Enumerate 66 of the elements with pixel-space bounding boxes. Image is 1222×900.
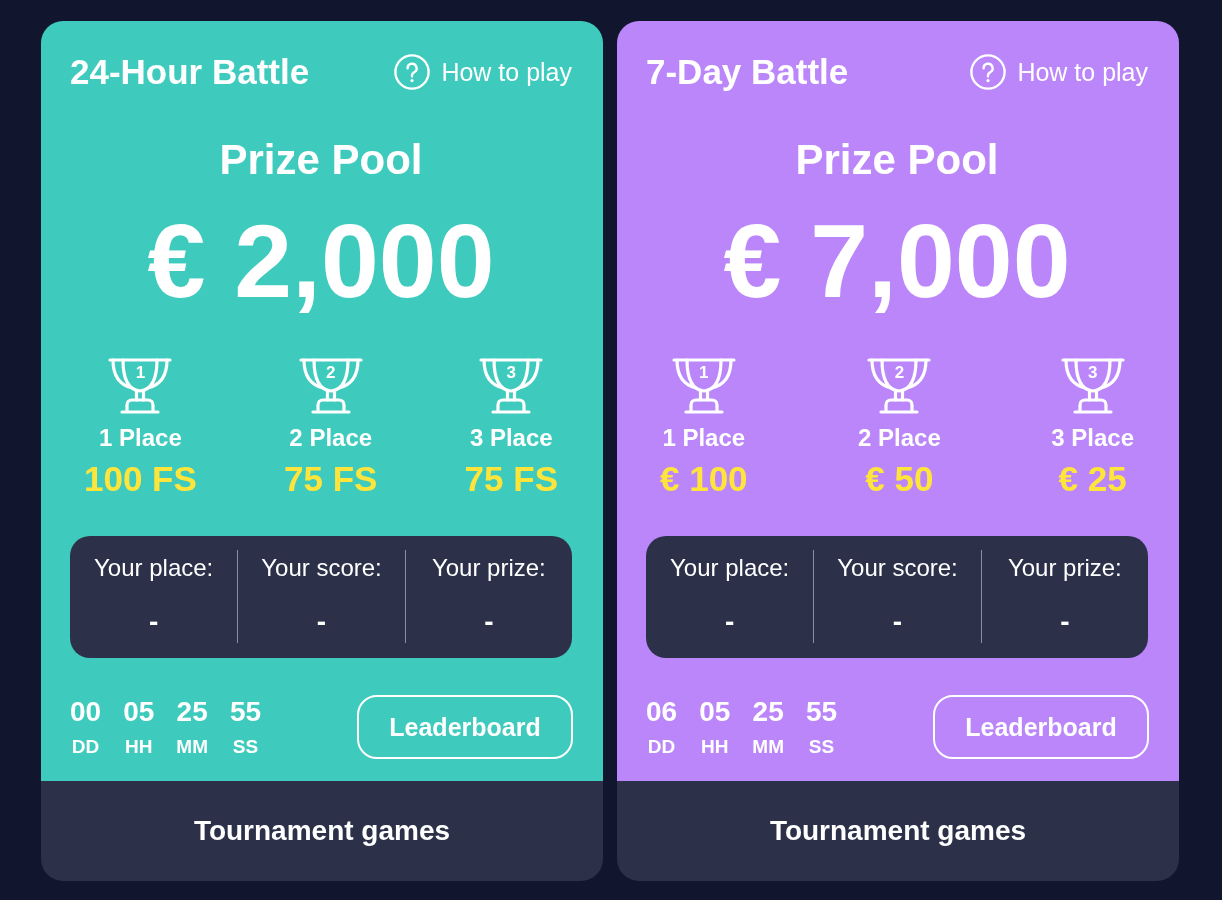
place-prize: 100 FS [84, 459, 197, 499]
countdown-unit: MM [176, 736, 208, 758]
stat-value: - [892, 606, 903, 638]
stat-value: - [316, 606, 327, 638]
trophy-icon [671, 357, 736, 415]
place-prize: € 100 [660, 459, 748, 499]
tournament-games-button[interactable]: Tournament games [41, 781, 603, 881]
trophy-icon [108, 357, 173, 415]
countdown-unit: SS [808, 736, 835, 758]
tournament-title: 24-Hour Battle [70, 52, 310, 92]
trophy-icon [479, 357, 544, 415]
prize-pool-amount: € 2,000 [147, 209, 495, 313]
stat-value: - [484, 606, 494, 638]
countdown-value: 55 [229, 696, 262, 728]
countdown-value: 55 [805, 696, 838, 728]
place-label: 1 Place [662, 424, 746, 452]
countdown-value: 05 [699, 696, 731, 728]
stat-value: - [1060, 606, 1070, 638]
stat-label: Your prize: [1007, 554, 1122, 582]
stat-value: - [725, 606, 735, 638]
place-prize: € 25 [1058, 459, 1127, 499]
countdown-value: 05 [123, 696, 155, 728]
leaderboard-button[interactable]: Leaderboard [933, 695, 1149, 759]
how-to-play-link[interactable]: How to play [394, 54, 572, 90]
trophy-number: 2 [894, 363, 905, 383]
stat-label: Your place: [94, 554, 214, 582]
place-prize: 75 FS [464, 459, 558, 499]
countdown-value: 25 [176, 696, 208, 728]
place-prize: 75 FS [284, 459, 378, 499]
leaderboard-button[interactable]: Leaderboard [357, 695, 573, 759]
stat-label: Your place: [670, 554, 790, 582]
place-label: 3 Place [469, 424, 553, 452]
tournament-title: 7-Day Battle [646, 52, 849, 92]
trophy-number: 1 [699, 363, 709, 383]
countdown-unit: HH [701, 736, 729, 758]
trophy-number: 3 [1087, 363, 1098, 383]
countdown-unit: DD [647, 736, 676, 758]
tournament-games-button[interactable]: Tournament games [617, 781, 1179, 881]
countdown-value: 00 [70, 696, 102, 728]
help-icon [970, 54, 1007, 90]
trophy-number: 1 [135, 363, 146, 383]
trophy-number: 3 [506, 363, 516, 383]
help-icon [394, 54, 431, 90]
place-label: 1 Place [99, 424, 182, 452]
countdown-value: 25 [752, 696, 784, 728]
place-label: 3 Place [1051, 424, 1134, 452]
trophy-number: 2 [326, 363, 336, 383]
place-label: 2 Place [858, 424, 941, 452]
countdown-unit: SS [232, 736, 259, 758]
countdown-unit: DD [71, 736, 100, 758]
countdown-value: 06 [646, 696, 678, 728]
stat-label: Your score: [261, 554, 382, 582]
countdown-unit: MM [752, 736, 784, 758]
countdown-unit: HH [125, 736, 153, 758]
trophy-icon [298, 357, 363, 415]
prize-pool-amount: € 7,000 [723, 209, 1071, 313]
trophy-icon [1060, 357, 1125, 415]
how-to-play-link[interactable]: How to play [970, 54, 1148, 90]
prize-pool-label: Prize Pool [219, 136, 423, 184]
prize-pool-label: Prize Pool [795, 136, 999, 184]
stat-label: Your score: [837, 554, 958, 582]
place-prize: € 50 [865, 459, 934, 499]
trophy-icon [867, 357, 932, 415]
place-label: 2 Place [289, 424, 373, 452]
stat-label: Your prize: [431, 554, 546, 582]
stat-value: - [149, 606, 159, 638]
